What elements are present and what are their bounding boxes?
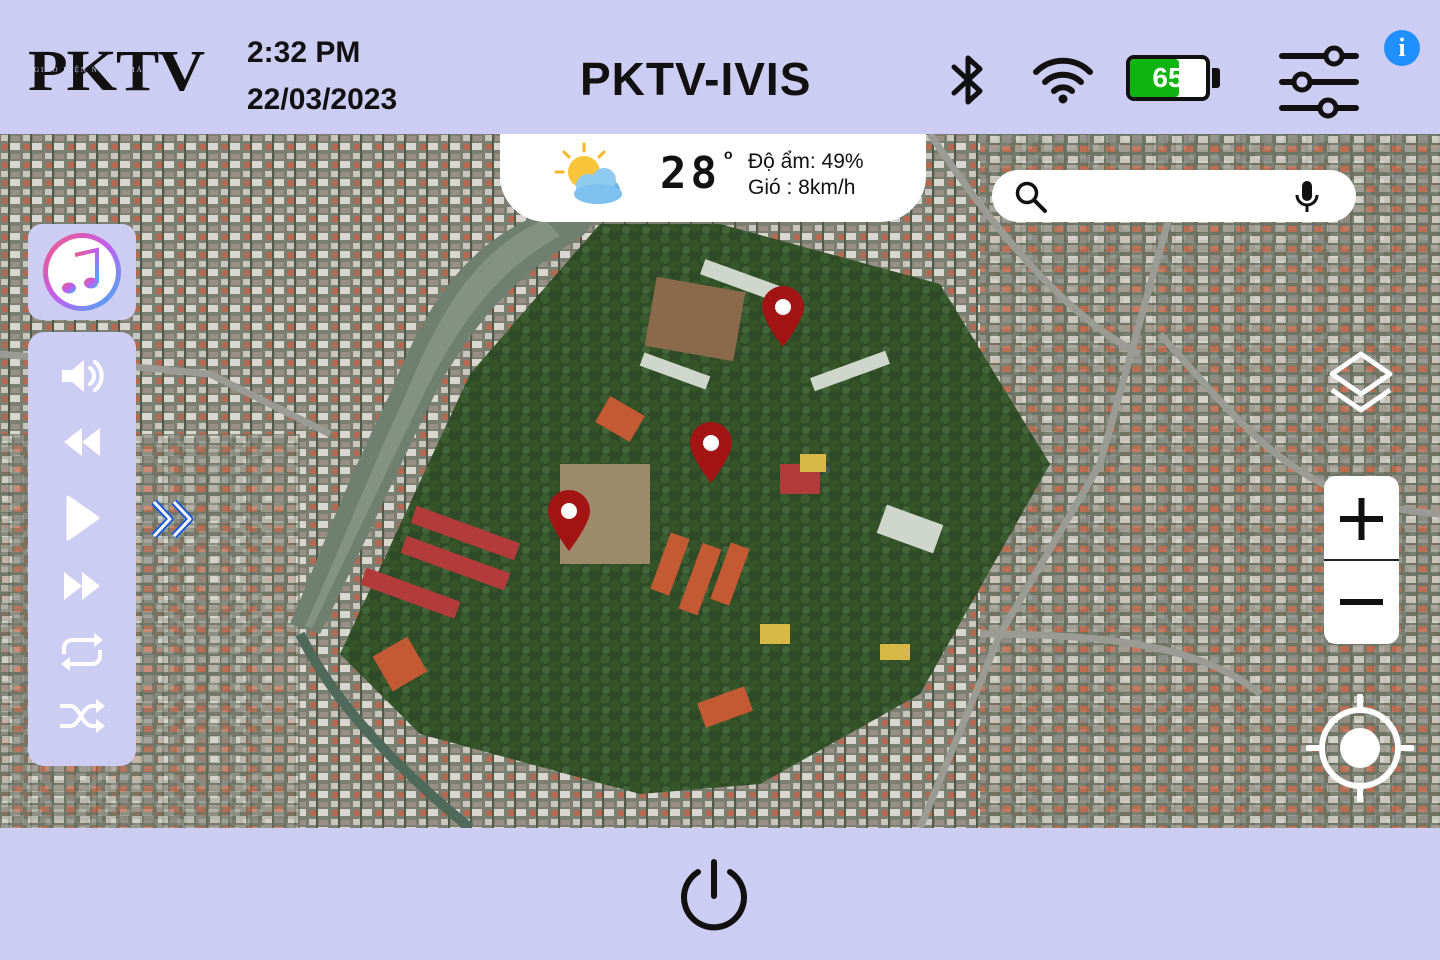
clock-date: 22/03/2023 xyxy=(247,83,398,116)
wind-text: Gió : 8km/h xyxy=(748,176,856,199)
music-app-icon[interactable] xyxy=(41,231,123,313)
settings-sliders-icon[interactable] xyxy=(1278,44,1360,120)
volume-icon[interactable] xyxy=(56,352,108,400)
map-marker[interactable] xyxy=(546,490,592,552)
music-app-button[interactable] xyxy=(28,224,136,320)
map-marker[interactable] xyxy=(688,422,734,484)
app-title: PKTV-IVIS xyxy=(580,53,812,105)
info-icon[interactable]: i xyxy=(1384,30,1420,66)
satellite-map[interactable]: 28 o Độ ẩm: 49% Gió : 8km/h xyxy=(0,134,1440,828)
rewind-icon[interactable] xyxy=(56,418,108,466)
search-bar[interactable] xyxy=(992,170,1356,222)
locate-icon[interactable] xyxy=(1306,694,1414,802)
humidity-text: Độ ẩm: 49% xyxy=(748,150,864,173)
wifi-icon[interactable] xyxy=(1032,54,1094,104)
battery-icon: 65 xyxy=(1126,55,1222,107)
shuffle-icon[interactable] xyxy=(56,692,108,740)
bottom-bar xyxy=(0,828,1440,960)
map-marker[interactable] xyxy=(760,286,806,348)
microphone-icon[interactable] xyxy=(1294,180,1320,214)
search-input[interactable] xyxy=(1056,178,1290,216)
top-bar: PKTV GIAO DIỆN NGƯỜI MÁY 2:32 PM 22/03/2… xyxy=(0,0,1440,134)
repeat-icon[interactable] xyxy=(56,628,108,676)
logo-subtitle: GIAO DIỆN NGƯỜI MÁY xyxy=(34,66,151,74)
zoom-controls xyxy=(1324,476,1399,644)
expand-panel-icon[interactable] xyxy=(146,496,204,542)
degree-symbol: o xyxy=(724,146,733,162)
weather-widget: 28 o Độ ẩm: 49% Gió : 8km/h xyxy=(500,134,926,222)
layers-icon[interactable] xyxy=(1326,350,1396,420)
zoom-in-button[interactable] xyxy=(1324,476,1399,559)
zoom-out-button[interactable] xyxy=(1324,561,1399,644)
temperature: 28 xyxy=(660,148,721,199)
battery-tip xyxy=(1212,68,1220,88)
play-icon[interactable] xyxy=(56,494,108,542)
clock-time: 2:32 PM xyxy=(247,36,361,69)
search-icon[interactable] xyxy=(1014,180,1048,214)
partly-cloudy-icon xyxy=(554,142,622,204)
power-icon[interactable] xyxy=(676,858,752,934)
bluetooth-icon[interactable] xyxy=(946,52,990,108)
logo: PKTV GIAO DIỆN NGƯỜI MÁY xyxy=(28,40,205,102)
media-controls-panel xyxy=(28,332,136,766)
battery-level: 65 xyxy=(1152,62,1184,93)
fast-forward-icon[interactable] xyxy=(56,562,108,610)
